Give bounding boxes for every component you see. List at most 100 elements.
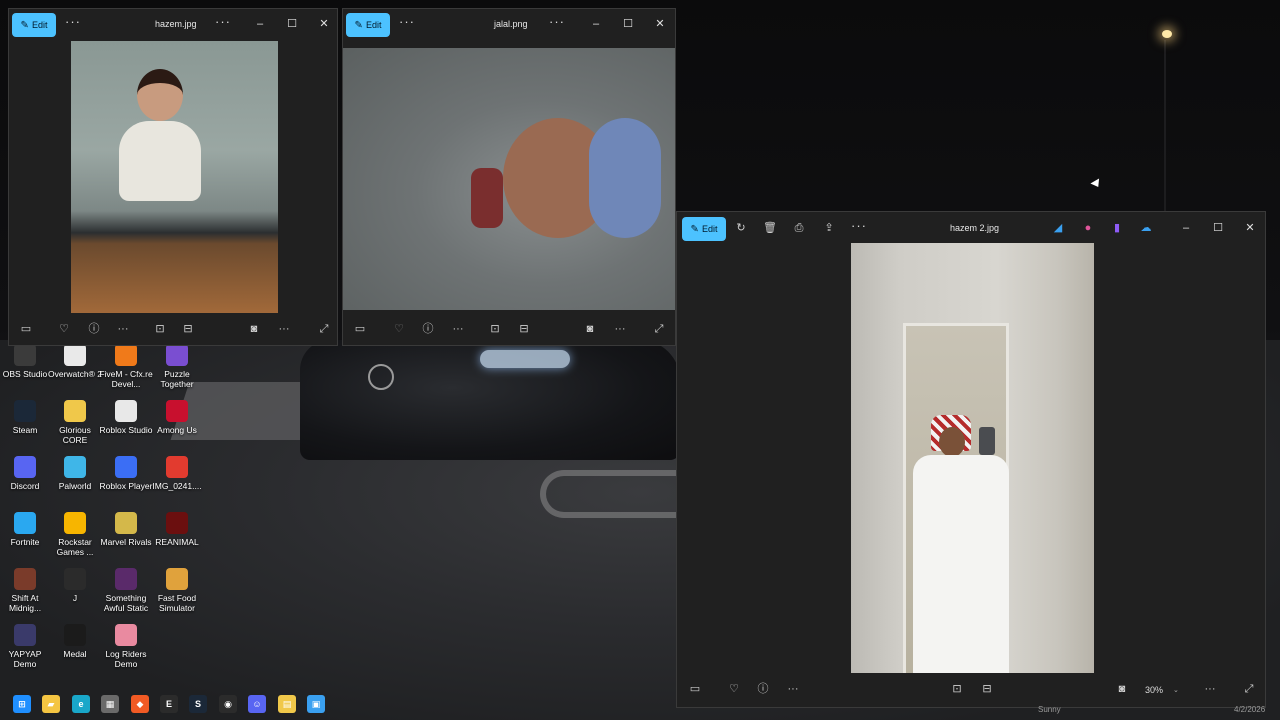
photo-man-mirror-selfie — [851, 243, 1094, 677]
photos-window-hazem-2: ✎ Edit ↻ 🗑 ⎙ ⇪ ··· hazem 2.jpg ◢ ● ▮ ☁ –… — [676, 211, 1266, 708]
share-icon[interactable]: ⇪ — [822, 221, 836, 235]
delete-icon[interactable]: 🗑 — [763, 221, 777, 235]
title-bar: ✎ Edit ··· jalal.png ··· – ☐ ✕ — [343, 9, 675, 41]
wallpaper-lane-marking — [540, 470, 690, 518]
filmstrip-icon[interactable]: ▭ — [19, 322, 33, 336]
more-options-icon[interactable]: ··· — [215, 15, 231, 28]
maximize-icon[interactable]: ☐ — [285, 17, 299, 31]
desktop-icon[interactable]: Fortnite — [0, 512, 52, 547]
desktop-icon[interactable]: Palworld — [48, 456, 102, 491]
title-bar: ✎ Edit ··· hazem.jpg ··· – ☐ ✕ — [9, 9, 337, 41]
favorite-heart-icon[interactable]: ♡ — [392, 322, 406, 336]
desktop-icon-label: Palworld — [58, 481, 92, 491]
app-icon — [14, 624, 36, 646]
epic-games-icon[interactable]: E — [160, 695, 178, 713]
app-icon — [166, 456, 188, 478]
clock-date[interactable]: 4/2/2026 — [1234, 705, 1265, 714]
designer-app-icon[interactable]: ● — [1081, 221, 1095, 235]
filmstrip-icon[interactable]: ▭ — [353, 322, 367, 336]
desktop-icon-label: Puzzle Together — [160, 369, 194, 389]
desktop-icon[interactable]: Roblox Player — [99, 456, 153, 491]
actual-size-icon[interactable]: ⊟ — [517, 322, 531, 336]
edit-button[interactable]: ✎ Edit — [12, 13, 56, 37]
more-options-icon[interactable]: ··· — [851, 219, 867, 232]
fullscreen-icon[interactable]: ⤢ — [317, 322, 331, 336]
maximize-icon[interactable]: ☐ — [1211, 221, 1225, 235]
desktop-icon[interactable]: OBS Studio — [0, 344, 52, 379]
close-icon[interactable]: ✕ — [653, 17, 667, 31]
desktop-icon-label: Fortnite — [10, 537, 40, 547]
desktop-icon[interactable]: Rockstar Games ... — [48, 512, 102, 557]
print-icon[interactable]: ⎙ — [792, 221, 806, 235]
info-icon[interactable]: ⓘ — [421, 322, 435, 336]
more-options-icon[interactable]: ··· — [451, 322, 465, 336]
app-icon — [64, 624, 86, 646]
onedrive-icon[interactable]: ☁ — [1139, 221, 1153, 235]
steam-taskbar-icon[interactable]: S — [189, 695, 207, 713]
desktop-icon[interactable]: Log Riders Demo — [99, 624, 153, 669]
app-icon — [115, 568, 137, 590]
info-icon[interactable]: ⓘ — [87, 322, 101, 336]
rotate-icon[interactable]: ↻ — [734, 221, 748, 235]
maximize-icon[interactable]: ☐ — [621, 17, 635, 31]
edit-button[interactable]: ✎ Edit — [346, 13, 390, 37]
minimize-icon[interactable]: – — [1179, 221, 1193, 235]
actual-size-icon[interactable]: ⊟ — [181, 322, 195, 336]
close-icon[interactable]: ✕ — [1243, 221, 1257, 235]
desktop-icon[interactable]: Overwatch® 2 — [48, 344, 102, 379]
desktop-icon[interactable]: Discord — [0, 456, 52, 491]
more-options-icon[interactable]: ··· — [549, 15, 565, 28]
desktop-icon[interactable]: J — [48, 568, 102, 603]
photos-taskbar-icon[interactable]: ▣ — [307, 695, 325, 713]
store-icon[interactable]: ▦ — [101, 695, 119, 713]
desktop-icon-label: Fast Food Simulator — [157, 593, 197, 613]
more-options-icon[interactable]: ··· — [65, 15, 81, 28]
desktop-icon[interactable]: Roblox Studio — [99, 400, 153, 435]
clipchamp-icon[interactable]: ▮ — [1110, 221, 1124, 235]
desktop-icon[interactable]: REANIMAL — [150, 512, 204, 547]
brave-icon[interactable]: ◆ — [131, 695, 149, 713]
screenshot-icon[interactable]: ◙ — [247, 322, 261, 336]
desktop-icon-label: Among Us — [157, 425, 197, 435]
desktop-icon[interactable]: Marvel Rivals — [99, 512, 153, 547]
desktop-icon[interactable]: YAPYAP Demo — [0, 624, 52, 669]
edit-button[interactable]: ✎ Edit — [682, 217, 726, 241]
edge-icon[interactable]: e — [72, 695, 90, 713]
discord-taskbar-icon[interactable]: ☺ — [248, 695, 266, 713]
window-title: jalal.png — [494, 19, 528, 29]
windows-start-icon[interactable]: ⊞ — [13, 695, 31, 713]
minimize-icon[interactable]: – — [589, 17, 603, 31]
weather-label[interactable]: Sunny — [1038, 705, 1061, 714]
fit-to-window-icon[interactable]: ⊡ — [488, 322, 502, 336]
desktop-icon[interactable]: Among Us — [150, 400, 204, 435]
file-explorer-icon[interactable]: ▰ — [42, 695, 60, 713]
desktop-icon[interactable]: Steam — [0, 400, 52, 435]
more-options-icon[interactable]: ··· — [399, 15, 415, 28]
obs-taskbar-icon[interactable]: ◉ — [219, 695, 237, 713]
desktop-icon[interactable]: Something Awful Static — [99, 568, 153, 613]
more-options-icon[interactable]: ··· — [116, 322, 130, 336]
desktop-icon-label: REANIMAL — [155, 537, 199, 547]
fullscreen-icon[interactable]: ⤢ — [652, 322, 666, 336]
desktop-icon[interactable]: IMG_0241.... — [150, 456, 204, 491]
desktop-icon[interactable]: Puzzle Together — [150, 344, 204, 389]
edit-with-app-icon[interactable]: ◢ — [1051, 221, 1065, 235]
photo-man-thobe — [913, 455, 1009, 677]
desktop-icon[interactable]: FiveM - Cfx.re Devel... — [99, 344, 153, 389]
desktop-icon[interactable]: Shift At Midnig... — [0, 568, 52, 613]
app-icon — [166, 344, 188, 366]
minimize-icon[interactable]: – — [253, 17, 267, 31]
desktop-icon-label: Rockstar Games ... — [56, 537, 94, 557]
desktop-icon[interactable]: Glorious CORE — [48, 400, 102, 445]
more-options-icon[interactable]: ··· — [277, 322, 291, 336]
desktop-icon-label: FiveM - Cfx.re Devel... — [99, 369, 153, 389]
more-options-icon[interactable]: ··· — [613, 322, 627, 336]
favorite-heart-icon[interactable]: ♡ — [57, 322, 71, 336]
screenshot-icon[interactable]: ◙ — [583, 322, 597, 336]
desktop-icon[interactable]: Medal — [48, 624, 102, 659]
fit-to-window-icon[interactable]: ⊡ — [153, 322, 167, 336]
close-icon[interactable]: ✕ — [317, 17, 331, 31]
pencil-icon: ✎ — [354, 19, 363, 31]
desktop-icon[interactable]: Fast Food Simulator — [150, 568, 204, 613]
notes-icon[interactable]: ▤ — [278, 695, 296, 713]
